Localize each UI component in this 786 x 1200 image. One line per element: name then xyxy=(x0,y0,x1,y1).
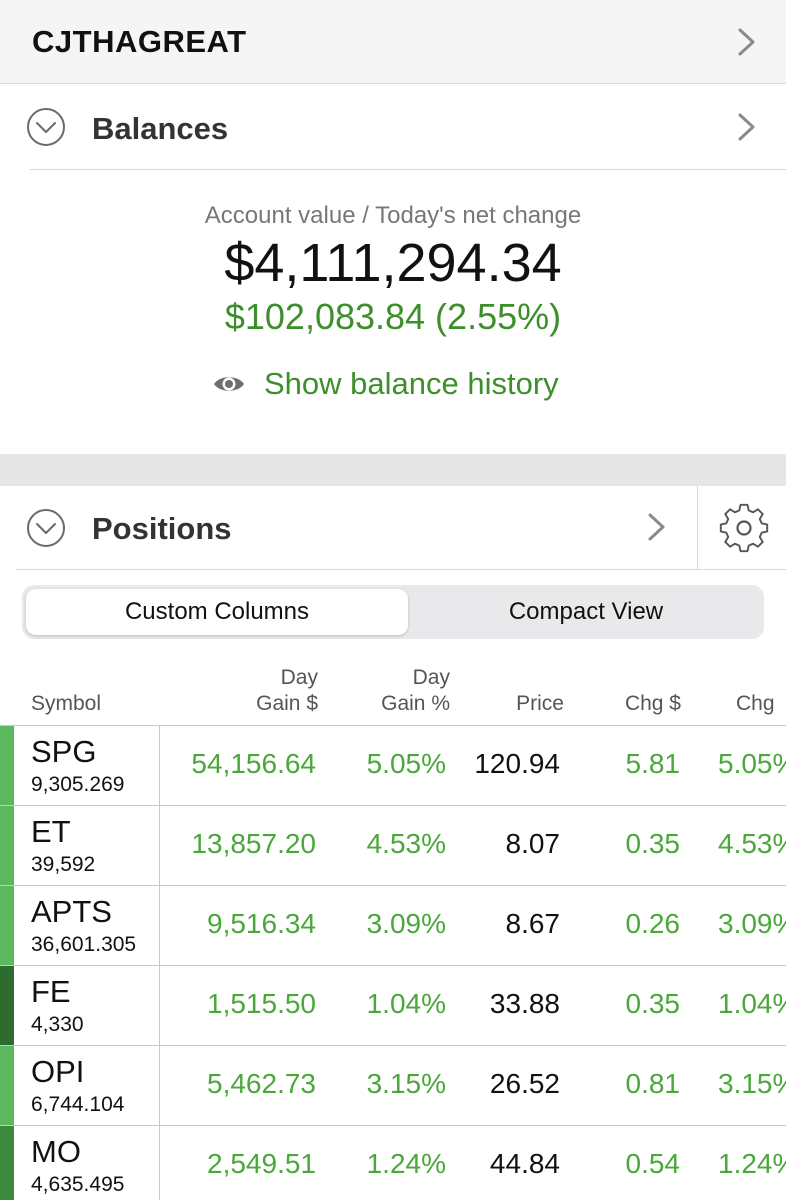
day-gain-pct-value: 3.15% xyxy=(366,1068,446,1099)
quantity: 9,305.269 xyxy=(31,773,125,796)
column-header-line: Gain $ xyxy=(256,692,318,715)
account-value: $4,111,294.34 xyxy=(224,233,562,293)
quantity: 36,601.305 xyxy=(31,933,137,956)
column-header-chg-pct[interactable]: Chg xyxy=(736,691,775,717)
chg-pct-value: 4.53% xyxy=(718,828,786,859)
account-name: CJTHAGREAT xyxy=(32,24,247,59)
price-value: 8.67 xyxy=(505,908,561,939)
column-header-line: Day xyxy=(412,666,450,689)
table-row[interactable]: FE 4,330 1,515.50 1.04% 33.88 0.35 1.04% xyxy=(0,965,786,1046)
day-gain-value: 2,549.51 xyxy=(207,1148,316,1179)
column-header-price[interactable]: Price xyxy=(516,691,564,717)
column-header-line: Day xyxy=(280,666,318,689)
table-row[interactable]: APTS 36,601.305 9,516.34 3.09% 8.67 0.26 3.09% xyxy=(0,885,786,966)
symbol: OPI xyxy=(31,1054,85,1089)
chg-pct-value: 1.24% xyxy=(718,1148,786,1179)
chg-value: 0.35 xyxy=(625,828,681,859)
quantity: 4,330 xyxy=(31,1013,84,1036)
quantity: 6,744.104 xyxy=(31,1093,125,1116)
day-gain-pct-value: 5.05% xyxy=(366,748,446,779)
table-row[interactable]: MO 4,635.495 2,549.51 1.24% 44.84 0.54 1.24% xyxy=(0,1125,786,1200)
position-color-bar xyxy=(0,1126,14,1200)
position-color-bar xyxy=(0,806,14,886)
position-color-bar xyxy=(0,1046,14,1126)
position-color-bar xyxy=(0,966,14,1046)
symbol: APTS xyxy=(31,894,112,929)
column-header-chg[interactable]: Chg $ xyxy=(625,691,681,717)
collapse-toggle-icon[interactable] xyxy=(26,508,66,548)
day-gain-pct-value: 3.09% xyxy=(366,908,446,939)
symbol-cell: MO 4,635.495 xyxy=(14,1126,160,1200)
symbol: SPG xyxy=(31,734,97,769)
column-header-day-gain-pct[interactable]: Day Gain % xyxy=(381,665,450,717)
tab-compact-view[interactable]: Compact View xyxy=(412,589,760,635)
day-gain-value: 9,516.34 xyxy=(207,908,316,939)
symbol-cell: SPG 9,305.269 xyxy=(14,726,160,806)
collapse-toggle-icon[interactable] xyxy=(26,107,66,147)
show-balance-history-link[interactable]: Show balance history xyxy=(212,364,559,404)
position-color-bar xyxy=(0,726,14,806)
section-separator xyxy=(0,454,786,486)
balances-title: Balances xyxy=(92,111,229,146)
symbol-cell: OPI 6,744.104 xyxy=(14,1046,160,1126)
quantity: 4,635.495 xyxy=(31,1173,125,1196)
symbol: MO xyxy=(31,1134,81,1169)
symbol-cell: ET 39,592 xyxy=(14,806,160,886)
price-value: 120.94 xyxy=(474,748,560,779)
net-change: $102,083.84 (2.55%) xyxy=(224,296,562,337)
symbol-cell: FE 4,330 xyxy=(14,966,160,1046)
day-gain-value: 54,156.64 xyxy=(191,748,316,779)
balance-summary: Account value / Today's net change $4,11… xyxy=(0,170,786,454)
show-balance-history-label: Show balance history xyxy=(264,366,559,401)
balances-section-header[interactable]: Balances xyxy=(0,84,786,170)
divider xyxy=(16,569,786,570)
account-header[interactable]: CJTHAGREAT xyxy=(0,0,786,84)
gear-icon[interactable] xyxy=(716,500,772,556)
price-value: 26.52 xyxy=(489,1068,560,1099)
chg-value: 0.54 xyxy=(625,1148,681,1179)
table-row[interactable]: SPG 9,305.269 54,156.64 5.05% 120.94 5.81 5.05… xyxy=(0,725,786,806)
chevron-right-icon xyxy=(736,112,758,142)
positions-title: Positions xyxy=(92,511,232,546)
column-header-day-gain[interactable]: Day Gain $ xyxy=(256,665,318,717)
positions-section-header[interactable]: Positions xyxy=(0,486,786,570)
symbol: ET xyxy=(31,814,71,849)
symbol: FE xyxy=(31,974,71,1009)
day-gain-pct-value: 1.24% xyxy=(366,1148,446,1179)
chg-pct-value: 3.15% xyxy=(718,1068,786,1099)
column-header-symbol[interactable]: Symbol xyxy=(31,691,101,717)
balance-label: Account value / Today's net change xyxy=(204,202,582,229)
day-gain-value: 1,515.50 xyxy=(207,988,316,1019)
day-gain-pct-value: 4.53% xyxy=(366,828,446,859)
quantity: 39,592 xyxy=(31,853,96,876)
day-gain-value: 13,857.20 xyxy=(191,828,316,859)
tab-custom-columns[interactable]: Custom Columns xyxy=(26,589,408,635)
chg-value: 0.81 xyxy=(625,1068,681,1099)
chg-value: 5.81 xyxy=(625,748,681,779)
symbol-cell: APTS 36,601.305 xyxy=(14,886,160,966)
column-header-line: Gain % xyxy=(381,692,450,715)
chg-pct-value: 3.09% xyxy=(718,908,786,939)
view-segmented-control: Custom Columns Compact View xyxy=(22,585,764,639)
chg-value: 0.26 xyxy=(625,908,681,939)
price-value: 33.88 xyxy=(489,988,560,1019)
divider xyxy=(697,486,698,570)
chg-value: 0.35 xyxy=(625,988,681,1019)
position-color-bar xyxy=(0,886,14,966)
price-value: 8.07 xyxy=(505,828,561,859)
table-row[interactable]: ET 39,592 13,857.20 4.53% 8.07 0.35 4.53% xyxy=(0,805,786,886)
price-value: 44.84 xyxy=(489,1148,560,1179)
day-gain-value: 5,462.73 xyxy=(207,1068,316,1099)
table-row[interactable]: OPI 6,744.104 5,462.73 3.15% 26.52 0.81 3.15% xyxy=(0,1045,786,1126)
chevron-right-icon xyxy=(736,27,758,57)
chevron-right-icon xyxy=(646,512,668,542)
eye-icon xyxy=(212,372,246,396)
day-gain-pct-value: 1.04% xyxy=(366,988,446,1019)
chg-pct-value: 1.04% xyxy=(718,988,786,1019)
chg-pct-value: 5.05% xyxy=(718,748,786,779)
